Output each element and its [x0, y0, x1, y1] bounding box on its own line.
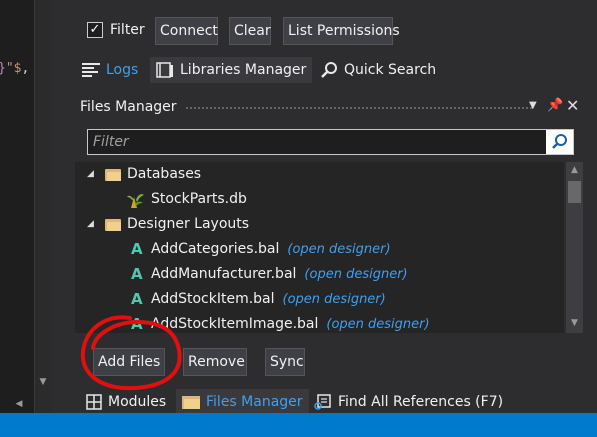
lines-icon: [82, 63, 100, 77]
files-manager-title: Files Manager: [80, 99, 177, 115]
folder-icon: [105, 168, 121, 181]
tab-find-all-references-label: Find All References (F7): [338, 394, 504, 410]
tree-item-label: Databases: [127, 166, 202, 182]
folder-icon: [105, 218, 121, 231]
tab-logs-label: Logs: [106, 62, 139, 78]
panel-splitter[interactable]: [52, 0, 74, 413]
code-separator: ,: [21, 61, 30, 76]
scroll-down-arrow-icon[interactable]: ▼: [34, 374, 52, 390]
open-designer-link[interactable]: (open designer): [287, 237, 390, 262]
scroll-left-arrow-icon[interactable]: ◀: [12, 396, 26, 412]
open-designer-link[interactable]: (open designer): [304, 262, 407, 287]
collapse-arrow-icon[interactable]: ◢: [87, 162, 97, 187]
clear-button[interactable]: Clear: [229, 17, 271, 45]
tab-logs[interactable]: Logs: [78, 57, 143, 83]
tab-libraries-manager[interactable]: Libraries Manager: [150, 57, 313, 83]
open-designer-link[interactable]: (open designer): [283, 287, 386, 312]
book-icon: [156, 62, 173, 78]
layout-file-icon: A: [131, 240, 143, 258]
list-permissions-button[interactable]: List Permissions: [283, 17, 400, 45]
tab-modules-label: Modules: [108, 394, 167, 410]
tree-item-label: StockParts.db: [151, 191, 247, 207]
window-options-dropdown-icon[interactable]: ▼: [529, 100, 537, 111]
scrollbar-thumb[interactable]: [568, 181, 581, 203]
tree-item-label: AddStockItem.bal: [151, 291, 275, 307]
tab-files-manager[interactable]: Files Manager: [176, 389, 309, 415]
pin-icon[interactable]: 📌: [547, 98, 563, 113]
layout-file-icon: A: [131, 265, 143, 283]
tree-item-label: AddCategories.bal: [151, 241, 280, 257]
filter-search-button[interactable]: [546, 130, 573, 154]
references-icon: [314, 394, 331, 410]
editor-vertical-scrollbar[interactable]: [34, 0, 53, 413]
tree-folder-designer-layouts[interactable]: ◢ Designer Layouts: [87, 212, 249, 237]
search-icon: [552, 134, 567, 149]
tab-libraries-manager-label: Libraries Manager: [180, 62, 307, 78]
connect-button[interactable]: Connect: [155, 17, 218, 45]
tree-folder-databases[interactable]: ◢ Databases: [87, 162, 201, 187]
magnifier-icon: [321, 62, 337, 78]
grid-icon: [86, 394, 102, 410]
remove-button[interactable]: Remove: [183, 348, 247, 376]
code-fragment: }"$,: [0, 61, 29, 76]
tree-item-addstockitem[interactable]: A AddStockItem.bal (open designer): [131, 287, 386, 312]
red-annotation-circle: [80, 315, 182, 391]
open-designer-link[interactable]: (open designer): [326, 312, 429, 333]
database-plant-icon: [127, 193, 144, 208]
tab-quick-search[interactable]: Quick Search: [314, 57, 442, 83]
tab-files-manager-label: Files Manager: [206, 394, 303, 410]
collapse-arrow-icon[interactable]: ◢: [87, 212, 97, 237]
tree-item-label: Designer Layouts: [127, 216, 250, 232]
filter-input[interactable]: [88, 130, 553, 154]
tree-item-addmanufacturer[interactable]: A AddManufacturer.bal (open designer): [131, 262, 408, 287]
status-bar: [0, 413, 597, 437]
sync-button[interactable]: Sync: [265, 348, 305, 376]
files-tree[interactable]: ◢ Databases StockParts.db ◢ Designer Lay…: [75, 162, 564, 333]
close-icon[interactable]: ✕: [566, 96, 579, 115]
layout-file-icon: A: [131, 290, 143, 308]
tab-find-all-references[interactable]: Find All References (F7): [308, 389, 509, 415]
filter-search-box: [87, 129, 574, 155]
tree-item-label: AddManufacturer.bal: [151, 266, 297, 282]
folder-icon: [182, 396, 200, 409]
scroll-down-arrow-icon[interactable]: ▼: [566, 315, 583, 331]
tree-item-addcategories[interactable]: A AddCategories.bal (open designer): [131, 237, 391, 262]
filter-checkbox-label: Filter: [110, 22, 145, 38]
tree-item-stockparts-db[interactable]: StockParts.db: [127, 187, 247, 212]
scroll-up-arrow-icon[interactable]: ▲: [566, 162, 583, 178]
tab-quick-search-label: Quick Search: [344, 62, 437, 78]
title-bar-grip[interactable]: [185, 106, 533, 110]
filter-checkbox[interactable]: ✓: [87, 22, 103, 38]
code-string: "$: [5, 61, 22, 76]
